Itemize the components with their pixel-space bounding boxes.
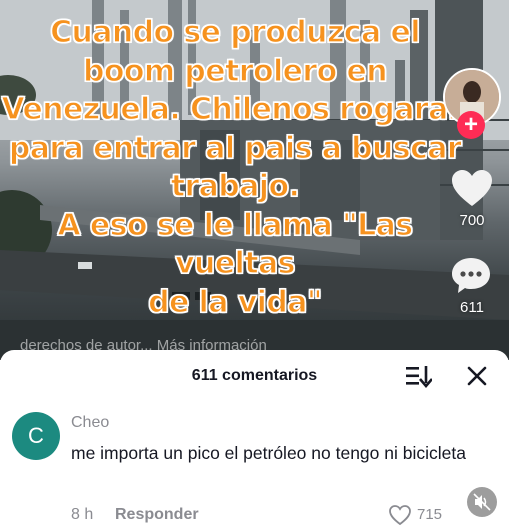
- follow-plus-icon[interactable]: +: [457, 111, 485, 139]
- comment-like-count: 715: [417, 506, 443, 523]
- video-caption: Cuando se produzca el boom petrolero en …: [1, 14, 470, 320]
- comments-sheet: 611 comentarios C Cheo me importa un pic…: [0, 350, 509, 527]
- mute-button[interactable]: [467, 487, 497, 517]
- mute-icon: [473, 493, 491, 511]
- comment-text: me importa un pico el petróleo no tengo …: [71, 443, 466, 463]
- comments-title: 611 comentarios: [191, 367, 318, 384]
- commenter-avatar[interactable]: C: [12, 412, 60, 460]
- commenter-username[interactable]: Cheo: [71, 414, 109, 432]
- comment-bubble-icon[interactable]: [450, 255, 492, 295]
- sort-icon[interactable]: [404, 364, 432, 388]
- reply-button[interactable]: Responder: [115, 506, 199, 524]
- close-icon[interactable]: [465, 364, 489, 388]
- heart-outline-icon[interactable]: [388, 504, 412, 526]
- comment-count: 611: [460, 299, 484, 316]
- comment-timestamp: 8 h: [71, 506, 94, 523]
- like-count: 700: [459, 212, 485, 229]
- video-player[interactable]: Cuando se produzca el boom petrolero en …: [0, 0, 509, 360]
- heart-icon[interactable]: [450, 168, 494, 208]
